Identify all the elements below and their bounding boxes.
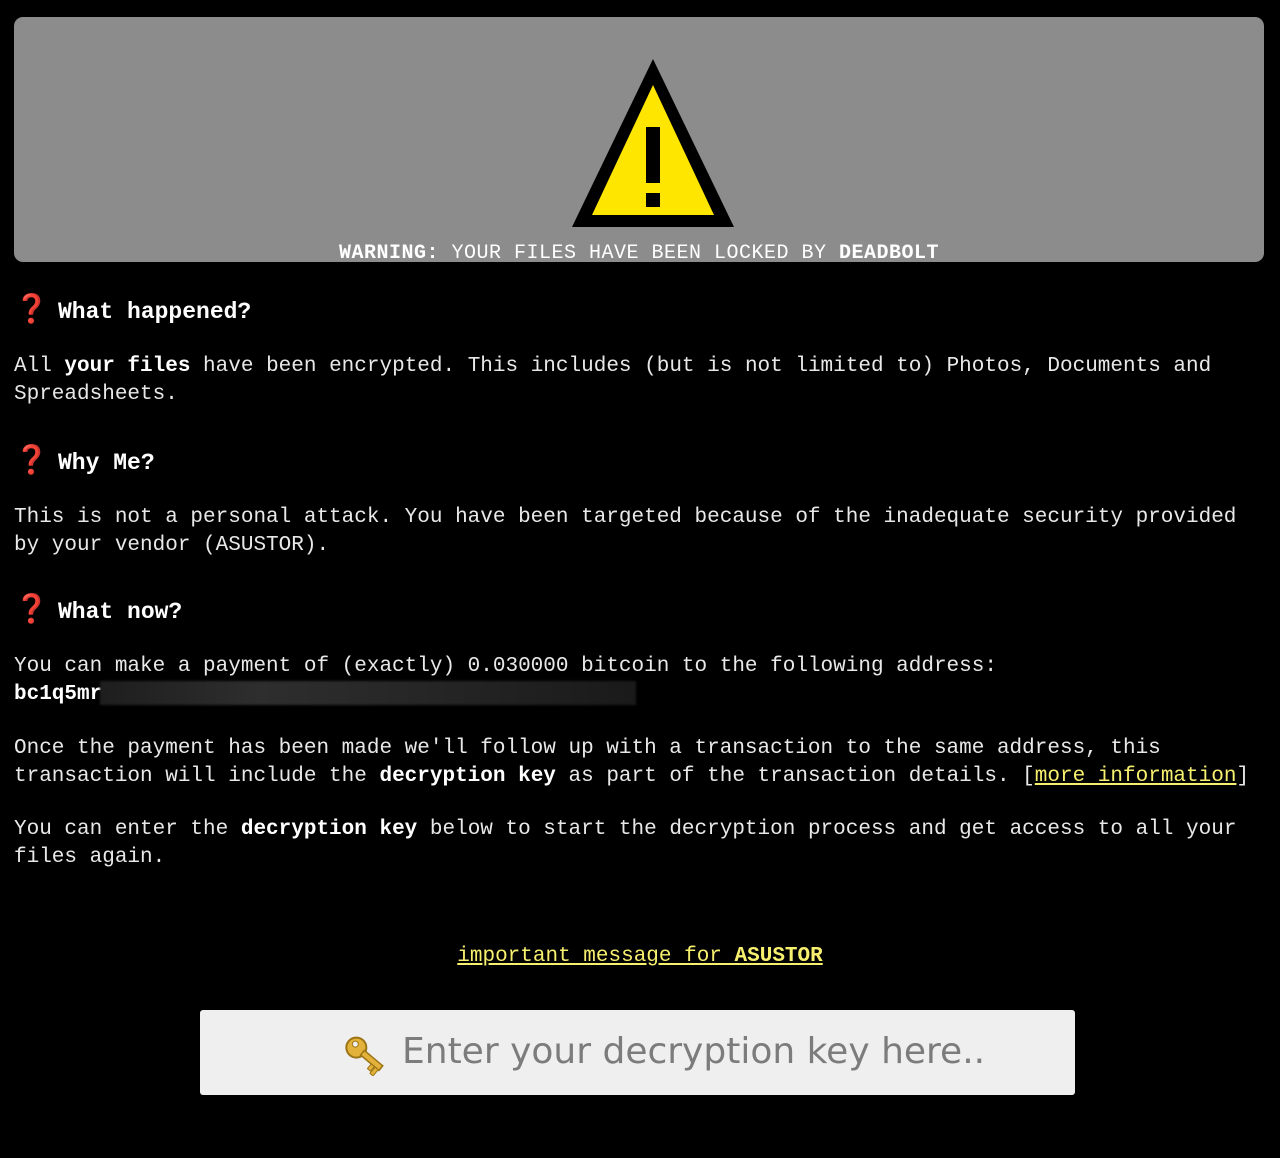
warning-banner: WARNING: YOUR FILES HAVE BEEN LOCKED BY … bbox=[14, 17, 1264, 265]
decryption-key-input[interactable]: Enter your decryption key here.. bbox=[200, 1010, 1075, 1095]
heading-text: What now? bbox=[58, 599, 183, 625]
important-message-row: important message for ASUSTOR bbox=[0, 943, 1280, 971]
bold-segment: decryption key bbox=[379, 765, 556, 788]
section-heading-what-happened: ❓ What happened? bbox=[14, 292, 1254, 332]
heading-text: What happened? bbox=[58, 299, 252, 325]
ransom-note-body: ❓ What happened? All your files have been… bbox=[14, 290, 1254, 872]
what-happened-paragraph: All your files have been encrypted. This… bbox=[14, 353, 1254, 409]
text-segment: ] bbox=[1236, 765, 1250, 788]
warning-prefix: WARNING: bbox=[338, 242, 439, 265]
warning-text: YOUR FILES HAVE BEEN LOCKED BY bbox=[438, 242, 840, 265]
important-message-link[interactable]: important message for ASUSTOR bbox=[457, 945, 822, 968]
text-segment: have been encrypted. This includes (but … bbox=[14, 355, 1212, 406]
section-heading-why-me: ❓ Why Me? bbox=[14, 443, 1254, 483]
bold-segment: decryption key bbox=[240, 818, 418, 841]
link-text: important message for bbox=[457, 945, 735, 968]
question-mark-icon: ❓ bbox=[14, 596, 49, 627]
enter-key-paragraph: You can enter the decryption key below t… bbox=[14, 816, 1254, 872]
warning-brand: DEADBOLT bbox=[839, 242, 940, 265]
bitcoin-address: bc1q5mr bbox=[14, 683, 103, 706]
why-me-paragraph: This is not a personal attack. You have … bbox=[14, 506, 1237, 557]
link-brand: ASUSTOR bbox=[734, 945, 823, 968]
followup-paragraph: Once the payment has been made we'll fol… bbox=[14, 735, 1254, 791]
question-mark-icon: ❓ bbox=[14, 447, 49, 478]
redacted-address-blur bbox=[100, 681, 637, 706]
section-heading-what-now: ❓ What now? bbox=[14, 592, 1254, 632]
key-icon bbox=[345, 1036, 384, 1076]
warning-triangle-icon bbox=[572, 59, 734, 227]
question-mark-icon: ❓ bbox=[14, 296, 49, 327]
key-input-placeholder: Enter your decryption key here.. bbox=[402, 1031, 986, 1072]
payment-paragraph: You can make a payment of (exactly) 0.03… bbox=[14, 653, 1254, 709]
bold-segment: your files bbox=[64, 355, 191, 378]
text-segment: All bbox=[14, 355, 65, 378]
payment-text: You can make a payment of (exactly) 0.03… bbox=[14, 655, 997, 678]
more-information-link[interactable]: more information bbox=[1035, 765, 1237, 788]
text-segment: as part of the transaction details. [ bbox=[555, 765, 1035, 788]
heading-text: Why Me? bbox=[58, 450, 155, 476]
text-segment: You can enter the bbox=[14, 818, 241, 841]
warning-message: WARNING: YOUR FILES HAVE BEEN LOCKED BY … bbox=[14, 242, 1264, 265]
